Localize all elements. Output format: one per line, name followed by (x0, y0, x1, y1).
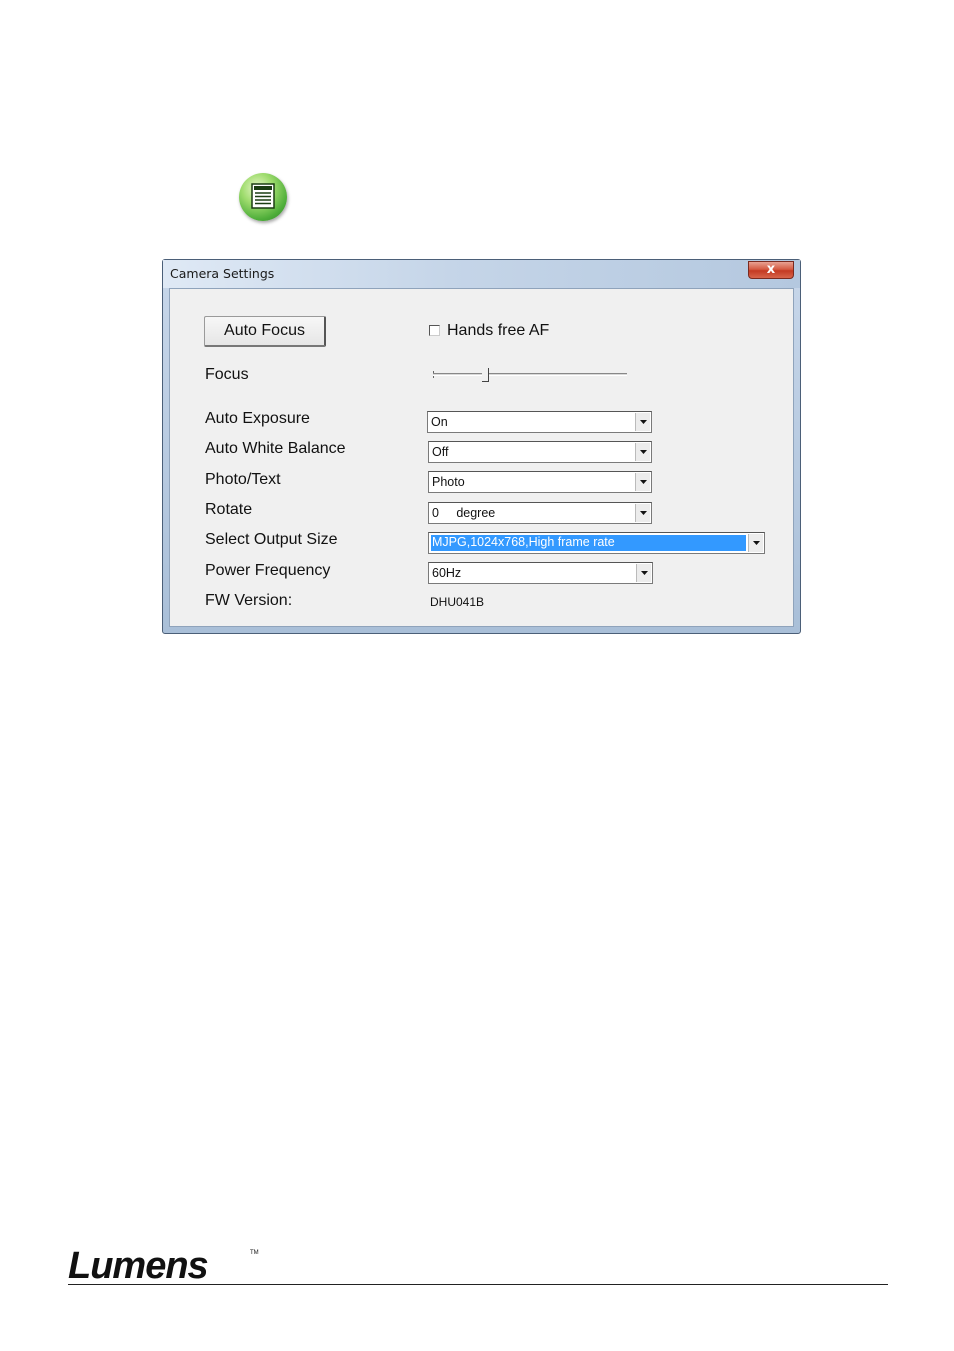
trademark-mark: TM (250, 1250, 259, 1256)
focus-label: Focus (205, 366, 249, 383)
dropdown-arrow-icon[interactable] (635, 473, 650, 491)
photo-text-label: Photo/Text (205, 471, 281, 488)
fw-version-label: FW Version: (205, 592, 293, 609)
output-size-value: MJPG,1024x768,High frame rate (431, 535, 746, 551)
rotate-select[interactable]: 0 degree (428, 502, 652, 524)
power-frequency-value: 60Hz (432, 566, 462, 580)
focus-slider-thumb[interactable] (481, 368, 489, 382)
dropdown-arrow-icon[interactable] (635, 443, 650, 461)
auto-white-balance-value: Off (432, 445, 449, 459)
power-frequency-select[interactable]: 60Hz (428, 562, 653, 584)
fw-version-value: DHU041B (430, 595, 485, 609)
auto-exposure-select[interactable]: On (427, 411, 652, 433)
dropdown-arrow-icon[interactable] (635, 504, 650, 522)
dialog-client-area: Auto Focus Hands free AF Focus Auto Expo… (169, 288, 794, 627)
lumens-logo: Lumens (68, 1245, 209, 1287)
dropdown-arrow-icon[interactable] (635, 413, 650, 431)
dropdown-arrow-icon[interactable] (636, 564, 651, 582)
rotate-label: Rotate (205, 501, 253, 518)
auto-white-balance-select[interactable]: Off (428, 441, 652, 463)
rotate-value: 0 degree (432, 506, 496, 520)
title-bar[interactable]: Camera Settings x (163, 260, 800, 288)
settings-icon[interactable] (239, 173, 287, 221)
auto-white-balance-label: Auto White Balance (205, 440, 346, 457)
footer-divider (68, 1284, 888, 1285)
photo-text-select[interactable]: Photo (428, 471, 652, 493)
document-list-icon (251, 183, 275, 209)
auto-focus-button[interactable]: Auto Focus (204, 316, 326, 347)
dialog-title: Camera Settings (170, 266, 275, 281)
power-frequency-label: Power Frequency (205, 562, 331, 579)
hands-free-af-label: Hands free AF (447, 322, 550, 339)
focus-slider[interactable] (433, 373, 627, 376)
output-size-label: Select Output Size (205, 531, 338, 548)
auto-exposure-label: Auto Exposure (205, 410, 310, 427)
output-size-select[interactable]: MJPG,1024x768,High frame rate (428, 532, 765, 554)
photo-text-value: Photo (432, 475, 465, 489)
auto-exposure-value: On (431, 415, 448, 429)
dropdown-arrow-icon[interactable] (748, 534, 763, 552)
hands-free-af-checkbox[interactable] (429, 325, 440, 336)
camera-settings-dialog: Camera Settings x Auto Focus Hands free … (162, 259, 801, 634)
close-icon: x (766, 262, 776, 277)
close-button[interactable]: x (748, 261, 794, 279)
